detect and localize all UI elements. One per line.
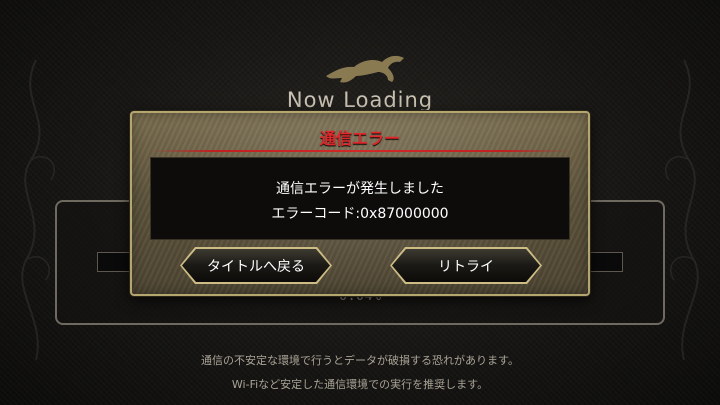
back-to-title-label: タイトルへ戻る: [182, 249, 330, 282]
dialog-title: 通信エラー: [319, 129, 400, 148]
error-dialog: 通信エラー 通信エラーが発生しました エラーコード:0x87000000 タイト…: [130, 111, 590, 296]
data-corruption-warning: 通信の不安定な環境で行うとデータが破損する恐れがあります。: [201, 354, 519, 367]
message-box: 通信エラーが発生しました エラーコード:0x87000000: [150, 157, 570, 240]
retry-button[interactable]: リトライ: [390, 247, 542, 284]
running-horse-icon: [326, 55, 404, 83]
wifi-recommendation: Wi-Fiなど安定した通信環境での実行を推奨します。: [231, 378, 489, 391]
error-message: 通信エラーが発生しました: [276, 181, 444, 197]
retry-label: リトライ: [392, 249, 540, 282]
now-loading-text: Now Loading: [286, 88, 434, 112]
back-to-title-button[interactable]: タイトルへ戻る: [180, 247, 332, 284]
title-divider: [150, 150, 570, 152]
error-code: エラーコード:0x87000000: [271, 206, 449, 222]
